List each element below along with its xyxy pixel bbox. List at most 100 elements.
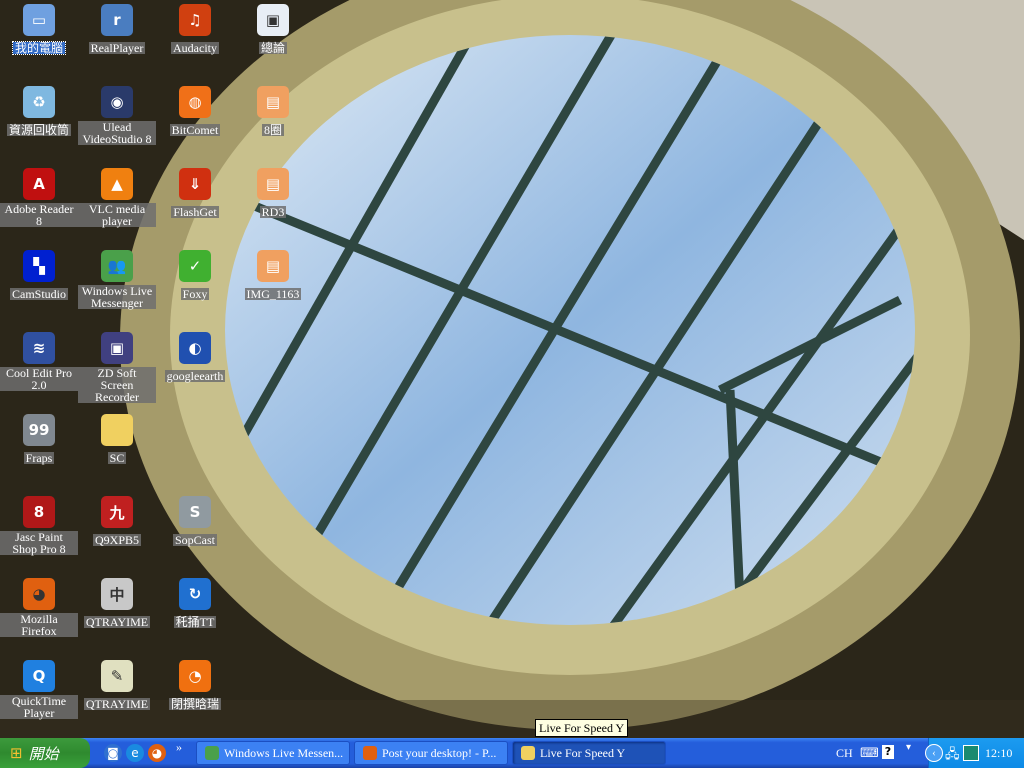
tray-expand-icon[interactable]: ‹ [925,744,943,762]
desktop-icon-label: RealPlayer [88,41,146,55]
my-computer-icon: ▭ [23,4,55,36]
desktop-icon[interactable]: ⇓ FlashGet [156,166,234,221]
desktop: ▭ 我的電腦 r RealPlayer ♫ Audacity ▣ 總論 ♻ 資源回收筒 ◉ Ulead… [0,0,1024,738]
folder-icon [521,746,535,760]
messenger-icon [205,746,219,760]
desktop-icon-label: 閉撰晗瑞 [168,697,221,711]
desktop-icon[interactable]: ◉ Ulead VideoStudio 8 [78,84,156,148]
desktop-icon[interactable]: ▤ IMG_1163 [234,248,312,303]
desktop-icon-label: ZD Soft Screen Recorder [78,367,156,403]
chinese-ime-icon: 中 [101,578,133,610]
desktop-icon[interactable]: ↻ 秅捅TT [156,576,234,631]
ime-options-icon[interactable]: ▾ [906,742,911,753]
desktop-icon-label: SC [107,451,127,465]
adobe-reader-icon: A [23,168,55,200]
clock[interactable]: 12:10 [985,746,1012,761]
desktop-icon[interactable]: 99 Fraps [0,412,78,467]
desktop-icon[interactable]: ♫ Audacity [156,2,234,57]
windows-logo-icon: ⊞ [10,744,23,762]
desktop-icon[interactable]: ♻ 資源回收筒 [0,84,78,139]
firefox-icon[interactable]: ◕ [148,744,166,762]
desktop-icon-label: Q9XPB5 [92,533,141,547]
folder-icon [101,414,133,446]
desktop-icon[interactable]: ▣ ZD Soft Screen Recorder [78,330,156,406]
desktop-icon[interactable]: ▭ 我的電腦 [0,2,78,57]
desktop-icon[interactable]: 👥 Windows Live Messenger [78,248,156,312]
desktop-icon[interactable]: r RealPlayer [78,2,156,57]
image-file-icon: ▤ [257,250,289,282]
tt-browser-icon: ↻ [179,578,211,610]
taskbar-button[interactable]: Live For Speed Y [512,741,666,765]
desktop-icon-label: CamStudio [9,287,68,301]
flashget-icon: ⇓ [179,168,211,200]
fraps-icon: 99 [23,414,55,446]
desktop-icon[interactable]: S SopCast [156,494,234,549]
document-icon: ▣ [257,4,289,36]
google-earth-icon: ◐ [179,332,211,364]
desktop-icon[interactable]: ✎ QTRAYIME [78,658,156,713]
desktop-icon-label: IMG_1163 [244,287,302,301]
foxy-icon: ✓ [179,250,211,282]
sopcast-icon: S [179,496,211,528]
desktop-icon-label: 總論 [258,41,287,55]
desktop-icon[interactable]: ◔ 閉撰晗瑞 [156,658,234,713]
desktop-icon[interactable]: ≋ Cool Edit Pro 2.0 [0,330,78,394]
desktop-icon[interactable]: 中 QTRAYIME [78,576,156,631]
taskbar: ⊞ 開始 ◙ e ◕ » Windows Live Messen... Post yo… [0,738,1024,768]
ie-icon[interactable]: e [126,744,144,762]
tray-app-icon[interactable] [963,745,979,761]
vlc-icon: ▲ [101,168,133,200]
taskbar-button[interactable]: Windows Live Messen... [196,741,350,765]
taskbar-tooltip: Live For Speed Y [535,719,629,737]
desktop-icon[interactable]: ▲ VLC media player [78,166,156,230]
desktop-icon-label: Adobe Reader 8 [0,203,78,227]
desktop-icon[interactable]: ✓ Foxy [156,248,234,303]
network-icon[interactable]: 🖧 [945,745,960,767]
desktop-icon-label: SopCast [172,533,217,547]
quick-launch-chevron[interactable]: » [176,740,182,755]
desktop-icon-label: Fraps [23,451,55,465]
desktop-icon[interactable]: ▤ RD3 [234,166,312,221]
language-indicator[interactable]: CH [836,746,853,761]
q9-icon: 九 [101,496,133,528]
desktop-icon-label: Cool Edit Pro 2.0 [0,367,78,391]
notepad-icon: ✎ [101,660,133,692]
desktop-icon[interactable]: ◐ googleearth [156,330,234,385]
firefox-icon: ◕ [23,578,55,610]
desktop-icon-label: Jasc Paint Shop Pro 8 [0,531,78,555]
desktop-icon-label: googleearth [164,369,226,383]
desktop-icon[interactable]: ▚ CamStudio [0,248,78,303]
desktop-icon-label: QuickTime Player [0,695,78,719]
desktop-icon-label: Foxy [180,287,210,301]
help-icon[interactable]: ? [882,745,894,759]
desktop-icon[interactable]: ▤ 8圈 [234,84,312,139]
screen-recorder-icon: ▣ [101,332,133,364]
desktop-icon[interactable]: SC [78,412,156,467]
keyboard-icon[interactable]: ⌨ [860,745,879,761]
desktop-icon-label: VLC media player [78,203,156,227]
desktop-icon[interactable]: ▣ 總論 [234,2,312,57]
desktop-icon[interactable]: 九 Q9XPB5 [78,494,156,549]
desktop-icon-label: QTRAYIME [83,615,151,629]
desktop-icon[interactable]: A Adobe Reader 8 [0,166,78,230]
bitcomet-icon: ◍ [179,86,211,118]
desktop-icon-label: Mozilla Firefox [0,613,78,637]
taskbar-button-label: Post your desktop! - P... [382,745,497,760]
image-file-icon: ▤ [257,86,289,118]
start-label: 開始 [28,744,59,763]
desktop-icon[interactable]: ◕ Mozilla Firefox [0,576,78,640]
start-button[interactable]: ⊞ 開始 [0,738,90,768]
desktop-icon[interactable]: ◍ BitComet [156,84,234,139]
taskbar-button[interactable]: Post your desktop! - P... [354,741,508,765]
show-desktop-icon[interactable]: ◙ [104,744,122,762]
desktop-icon-label: QTRAYIME [83,697,151,711]
desktop-icon[interactable]: Q QuickTime Player [0,658,78,722]
audacity-icon: ♫ [179,4,211,36]
media-icon: ◔ [179,660,211,692]
recycle-bin-icon: ♻ [23,86,55,118]
desktop-icon-label: 資源回收筒 [6,123,71,137]
desktop-icon-label: RD3 [259,205,287,219]
taskbar-button-label: Windows Live Messen... [224,745,344,760]
desktop-icon[interactable]: 8 Jasc Paint Shop Pro 8 [0,494,78,558]
desktop-icon-label: BitComet [169,123,221,137]
